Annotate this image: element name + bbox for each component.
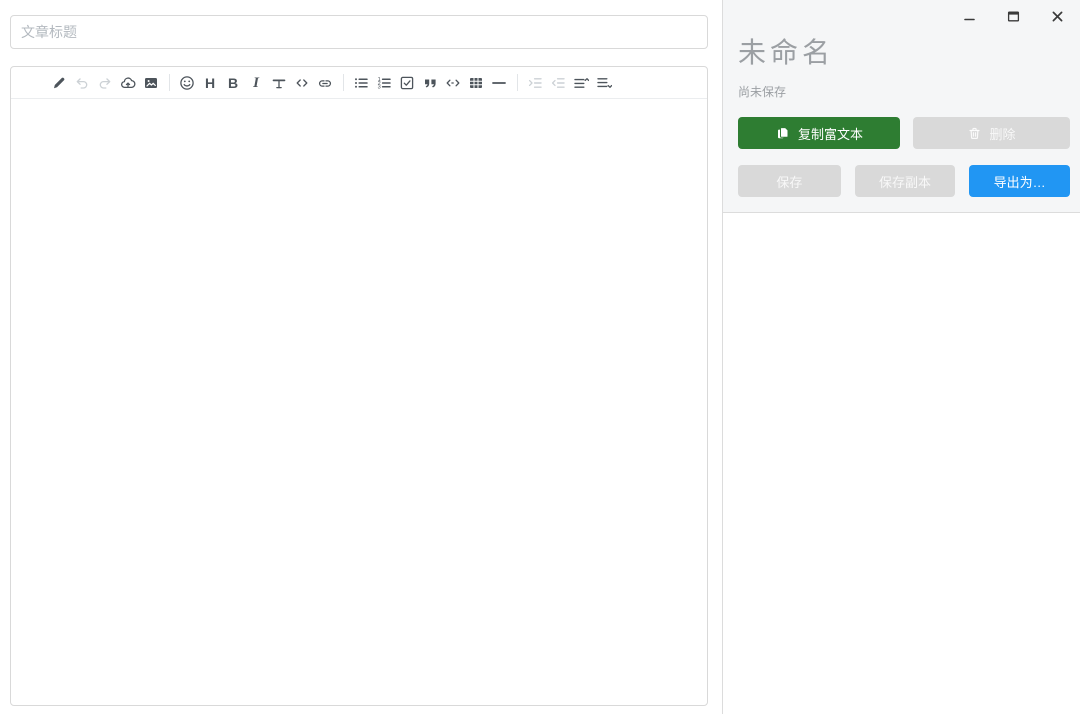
horizontal-rule-icon[interactable]	[491, 75, 507, 91]
close-icon[interactable]	[1050, 9, 1065, 24]
document-info-header: 未命名 尚未保存 复制富文本 删除 保存 保存副本 导出为…	[723, 0, 1080, 213]
editor-pane: HBI 123	[0, 0, 722, 714]
side-panel: 未命名 尚未保存 复制富文本 删除 保存 保存副本 导出为…	[722, 0, 1080, 714]
upload-icon[interactable]	[120, 75, 136, 91]
indent-icon[interactable]	[527, 75, 543, 91]
code-block-icon[interactable]	[445, 75, 461, 91]
emoji-icon[interactable]	[179, 75, 195, 91]
save-status-text: 尚未保存	[738, 85, 787, 99]
edit-icon[interactable]	[51, 75, 67, 91]
toolbar-separator	[169, 74, 170, 91]
save-copy-button[interactable]: 保存副本	[854, 165, 956, 197]
ordered-list-icon[interactable]: 123	[376, 75, 392, 91]
undo-icon[interactable]	[74, 75, 90, 91]
action-row-1: 复制富文本 删除	[738, 117, 1070, 149]
copy-icon	[775, 125, 791, 141]
export-button[interactable]: 导出为…	[969, 165, 1070, 197]
task-list-icon[interactable]	[399, 75, 415, 91]
window-controls	[738, 0, 1070, 24]
italic-icon[interactable]: I	[248, 75, 264, 91]
trash-icon	[967, 126, 982, 141]
save-label: 保存	[776, 174, 803, 190]
outdent-icon[interactable]	[550, 75, 566, 91]
copy-rich-text-label: 复制富文本	[797, 126, 863, 142]
table-icon[interactable]	[468, 75, 484, 91]
article-title-input[interactable]	[10, 15, 708, 49]
maximize-icon[interactable]	[1006, 9, 1021, 24]
inline-code-icon[interactable]	[294, 75, 310, 91]
quote-icon[interactable]	[422, 75, 438, 91]
image-icon[interactable]	[143, 75, 159, 91]
minimize-icon[interactable]	[962, 9, 977, 24]
copy-rich-text-button[interactable]: 复制富文本	[738, 117, 900, 149]
delete-label: 删除	[989, 126, 1016, 142]
bold-icon[interactable]: B	[225, 75, 241, 91]
insert-before-icon[interactable]	[573, 75, 589, 91]
link-icon[interactable]	[317, 75, 333, 91]
save-copy-label: 保存副本	[878, 174, 931, 190]
strikethrough-icon[interactable]	[271, 75, 287, 91]
document-title: 未命名	[738, 37, 835, 68]
action-row-2: 保存 保存副本 导出为…	[738, 165, 1070, 197]
redo-icon[interactable]	[97, 75, 113, 91]
delete-button[interactable]: 删除	[913, 117, 1070, 149]
insert-after-icon[interactable]	[596, 75, 612, 91]
toolbar-separator	[517, 74, 518, 91]
editor-toolbar: HBI 123	[11, 67, 707, 99]
markdown-editor: HBI 123	[10, 66, 708, 706]
unordered-list-icon[interactable]	[353, 75, 369, 91]
export-label: 导出为…	[993, 174, 1046, 190]
svg-text:3: 3	[378, 84, 381, 90]
editor-content-area[interactable]	[11, 99, 707, 705]
heading-icon[interactable]: H	[202, 75, 218, 91]
toolbar-separator	[343, 74, 344, 91]
save-button[interactable]: 保存	[738, 165, 841, 197]
